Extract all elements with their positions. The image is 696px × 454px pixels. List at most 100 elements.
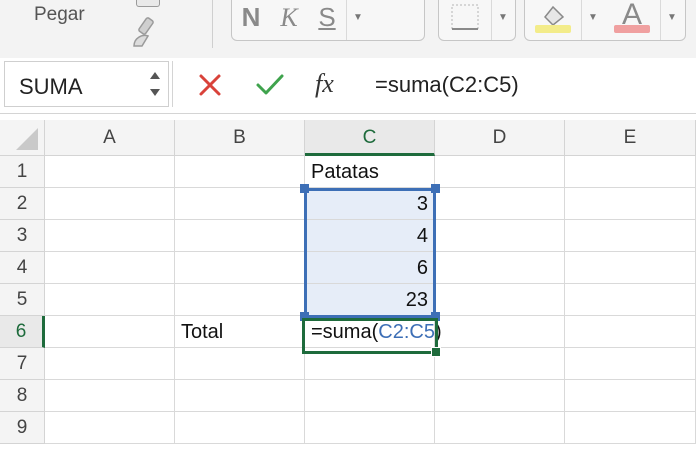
select-all-corner[interactable]	[0, 120, 45, 156]
paste-icon[interactable]	[136, 0, 160, 7]
name-box[interactable]: SUMA	[4, 61, 169, 107]
font-style-group: N K S ▼	[231, 0, 425, 41]
ribbon-divider	[212, 0, 213, 48]
cell-b4[interactable]	[175, 252, 305, 284]
borders-group: ▼	[438, 0, 516, 41]
row-header-6[interactable]: 6	[0, 316, 45, 348]
row-header-5[interactable]: 5	[0, 284, 45, 316]
color-group: ▼ A ▼	[524, 0, 686, 41]
column-header-a[interactable]: A	[45, 120, 175, 156]
row-header-9[interactable]: 9	[0, 412, 45, 444]
range-handle-bottom-right[interactable]	[431, 312, 440, 321]
range-handle-bottom-left[interactable]	[300, 312, 309, 321]
select-all-icon	[16, 128, 38, 150]
ribbon: Pegar N K S ▼ ▼ ▼ A ▼	[0, 0, 696, 59]
row-header-3[interactable]: 3	[0, 220, 45, 252]
name-box-value: SUMA	[19, 74, 83, 99]
cell-d4[interactable]	[435, 252, 565, 284]
font-color-swatch	[614, 25, 650, 33]
enter-check-icon[interactable]	[255, 72, 285, 98]
column-header-d[interactable]: D	[435, 120, 565, 156]
row-header-4[interactable]: 4	[0, 252, 45, 284]
font-color-icon[interactable]: A	[604, 0, 660, 40]
cell-d1[interactable]	[435, 156, 565, 188]
cell-c3[interactable]: 4	[305, 220, 435, 252]
cell-a4[interactable]	[45, 252, 175, 284]
borders-icon[interactable]	[439, 0, 491, 40]
cell-c4[interactable]: 6	[305, 252, 435, 284]
cell-d2[interactable]	[435, 188, 565, 220]
cell-d3[interactable]	[435, 220, 565, 252]
cell-e4[interactable]	[565, 252, 696, 284]
cell-a1[interactable]	[45, 156, 175, 188]
cell-e7[interactable]	[565, 348, 696, 380]
cell-b3[interactable]	[175, 220, 305, 252]
cell-e3[interactable]	[565, 220, 696, 252]
cell-d7[interactable]	[435, 348, 565, 380]
cell-e9[interactable]	[565, 412, 696, 444]
row-header-1[interactable]: 1	[0, 156, 45, 188]
cell-d5[interactable]	[435, 284, 565, 316]
cell-c5[interactable]: 23	[305, 284, 435, 316]
cell-a7[interactable]	[45, 348, 175, 380]
italic-button[interactable]: K	[270, 0, 308, 40]
cell-a5[interactable]	[45, 284, 175, 316]
name-box-stepper-icon[interactable]	[148, 68, 162, 100]
underline-dropdown-icon[interactable]: ▼	[346, 0, 369, 40]
cell-a8[interactable]	[45, 380, 175, 412]
cell-b1[interactable]	[175, 156, 305, 188]
cell-a3[interactable]	[45, 220, 175, 252]
cell-c9[interactable]	[305, 412, 435, 444]
cell-b2[interactable]	[175, 188, 305, 220]
format-painter-icon[interactable]	[128, 16, 166, 50]
cell-a6[interactable]	[45, 316, 175, 348]
font-color-dropdown-icon[interactable]: ▼	[660, 0, 683, 40]
bold-button[interactable]: N	[232, 0, 270, 40]
cell-d6[interactable]	[435, 316, 565, 348]
cancel-icon[interactable]	[197, 72, 223, 98]
borders-dropdown-icon[interactable]: ▼	[491, 0, 514, 40]
range-handle-top-right[interactable]	[431, 184, 440, 193]
row-header-8[interactable]: 8	[0, 380, 45, 412]
cell-c8[interactable]	[305, 380, 435, 412]
edit-reference: C2:C5	[378, 321, 435, 343]
underline-button[interactable]: S	[308, 0, 346, 40]
cell-e5[interactable]	[565, 284, 696, 316]
column-header-c[interactable]: C	[305, 120, 435, 156]
edit-prefix: =suma(	[311, 321, 379, 343]
cell-e6[interactable]	[565, 316, 696, 348]
underline-label: S	[318, 2, 336, 32]
cell-e1[interactable]	[565, 156, 696, 188]
cell-e8[interactable]	[565, 380, 696, 412]
cell-e2[interactable]	[565, 188, 696, 220]
cell-c1[interactable]: Patatas	[305, 156, 435, 188]
column-header-b[interactable]: B	[175, 120, 305, 156]
spreadsheet-grid: A B C D E 1 2 3 4 5 6 7 8 9 Patatas 3 4 6 23…	[0, 120, 696, 454]
fill-dropdown-icon[interactable]: ▼	[581, 0, 604, 40]
cell-b9[interactable]	[175, 412, 305, 444]
cell-d8[interactable]	[435, 380, 565, 412]
column-header-e[interactable]: E	[565, 120, 696, 156]
cell-b6[interactable]: Total	[175, 316, 305, 348]
cell-d9[interactable]	[435, 412, 565, 444]
insert-function-icon[interactable]: fx	[315, 69, 334, 99]
cell-b5[interactable]	[175, 284, 305, 316]
row-header-7[interactable]: 7	[0, 348, 45, 380]
formula-bar: SUMA	[0, 58, 696, 114]
cell-b7[interactable]	[175, 348, 305, 380]
fill-color-swatch	[535, 25, 571, 33]
cell-c2[interactable]: 3	[305, 188, 435, 220]
active-cell-c6[interactable]: =suma(C2:C5)	[305, 316, 442, 348]
formula-input[interactable]: =suma(C2:C5)	[375, 72, 519, 98]
cell-b8[interactable]	[175, 380, 305, 412]
row-header-2[interactable]: 2	[0, 188, 45, 220]
range-handle-top-left[interactable]	[300, 184, 309, 193]
cell-a2[interactable]	[45, 188, 175, 220]
formula-bar-divider	[172, 61, 173, 107]
paste-label[interactable]: Pegar	[34, 4, 85, 26]
fill-handle[interactable]	[431, 347, 441, 357]
cell-a9[interactable]	[45, 412, 175, 444]
cell-c7[interactable]	[305, 348, 435, 380]
fill-color-icon[interactable]	[525, 0, 581, 40]
